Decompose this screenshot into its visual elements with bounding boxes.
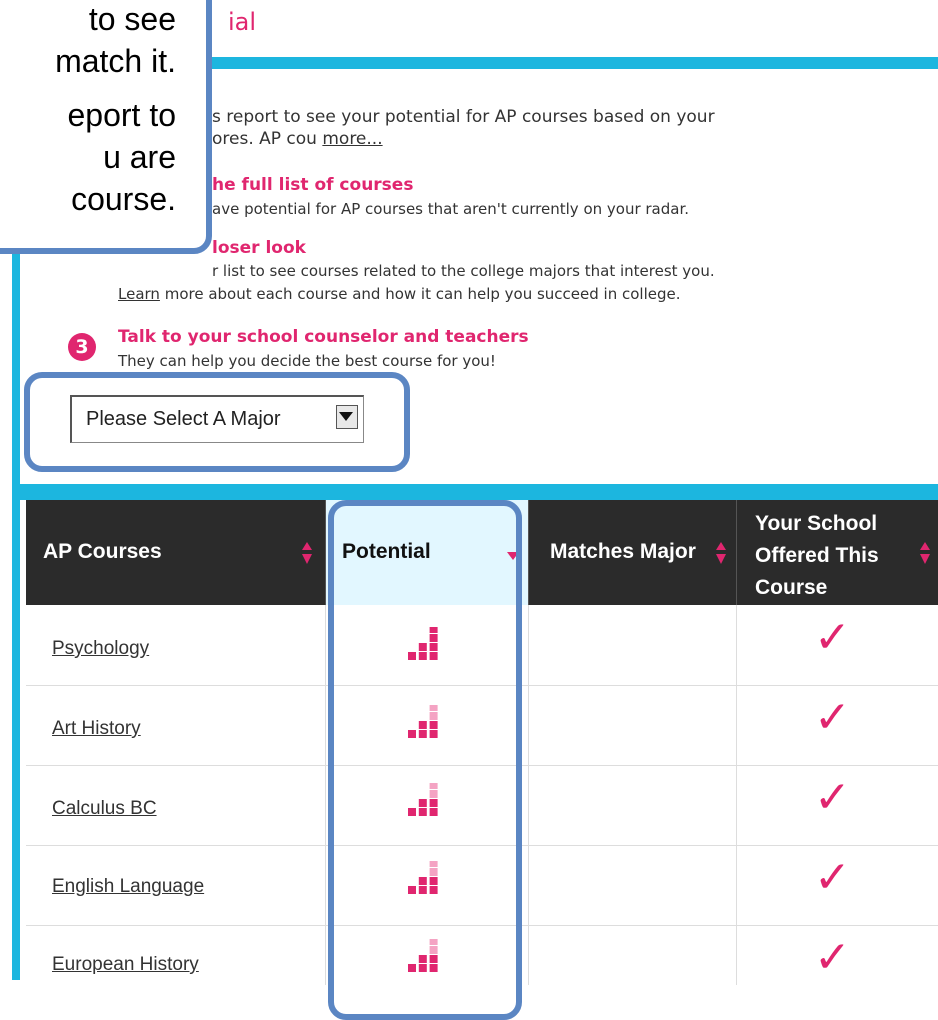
more-link[interactable]: more...	[322, 129, 382, 149]
course-link[interactable]: Psychology	[52, 638, 149, 660]
step-2-text-2: Learn more about each course and how it …	[118, 285, 681, 303]
tooltip-text: to see match it. eport to u are course.	[0, 0, 176, 220]
col-header-matches-major[interactable]: Matches Major	[550, 540, 696, 564]
tooltip-line: course.	[71, 181, 176, 217]
offered-check-icon: ✓	[814, 932, 851, 983]
header-divider	[736, 500, 737, 605]
tooltip-line: eport to	[67, 97, 176, 133]
learn-link[interactable]: Learn	[118, 285, 160, 303]
col-header-offered[interactable]: Your School Offered This Course	[755, 508, 879, 604]
course-link[interactable]: Calculus BC	[52, 798, 157, 820]
step-3-heading: Talk to your school counselor and teache…	[118, 327, 529, 347]
course-link[interactable]: Art History	[52, 718, 141, 740]
potential-highlight-frame	[328, 500, 522, 1020]
step-3-text: They can help you decide the best course…	[118, 352, 496, 370]
intro-text: s report to see your potential for AP co…	[212, 106, 715, 150]
intro-line-2: ores. AP cou	[212, 129, 317, 149]
col-header-offered-line1: Your School	[755, 512, 878, 535]
col-divider	[528, 605, 529, 985]
col-header-ap-courses[interactable]: AP Courses	[43, 540, 162, 564]
sort-icon[interactable]	[300, 540, 314, 566]
col-header-offered-line3: Course	[755, 576, 828, 599]
offered-check-icon: ✓	[814, 852, 851, 903]
tooltip-line: u are	[103, 139, 176, 175]
offered-check-icon: ✓	[814, 612, 851, 663]
intro-line-1: s report to see your potential for AP co…	[212, 107, 715, 127]
step-1-heading: he full list of courses	[212, 175, 414, 195]
table-top-divider	[12, 484, 938, 500]
step-3-badge: 3	[68, 333, 96, 361]
chevron-down-icon	[339, 412, 353, 421]
tooltip-line: match it.	[55, 43, 176, 79]
col-divider	[736, 605, 737, 985]
tooltip-line: to see	[88, 1, 176, 37]
offered-check-icon: ✓	[814, 692, 851, 743]
major-select-value: Please Select A Major	[86, 408, 281, 430]
offered-check-icon: ✓	[814, 772, 851, 823]
col-divider	[325, 605, 326, 985]
course-link[interactable]: English Language	[52, 876, 204, 898]
header-divider	[528, 500, 529, 605]
header-divider	[325, 500, 326, 605]
step-2-text-2-rest: more about each course and how it can he…	[159, 285, 681, 303]
sort-icon[interactable]	[918, 540, 932, 566]
course-link[interactable]: European History	[52, 954, 199, 976]
col-header-offered-line2: Offered This	[755, 544, 879, 567]
header-divider	[200, 57, 938, 69]
step-2-heading: loser look	[212, 238, 306, 258]
page-title: ial	[228, 8, 257, 36]
tooltip-callout: to see match it. eport to u are course.	[0, 0, 212, 254]
step-1-text: ave potential for AP courses that aren't…	[212, 200, 690, 218]
step-2-text: r list to see courses related to the col…	[212, 262, 715, 280]
sort-icon[interactable]	[714, 540, 728, 566]
